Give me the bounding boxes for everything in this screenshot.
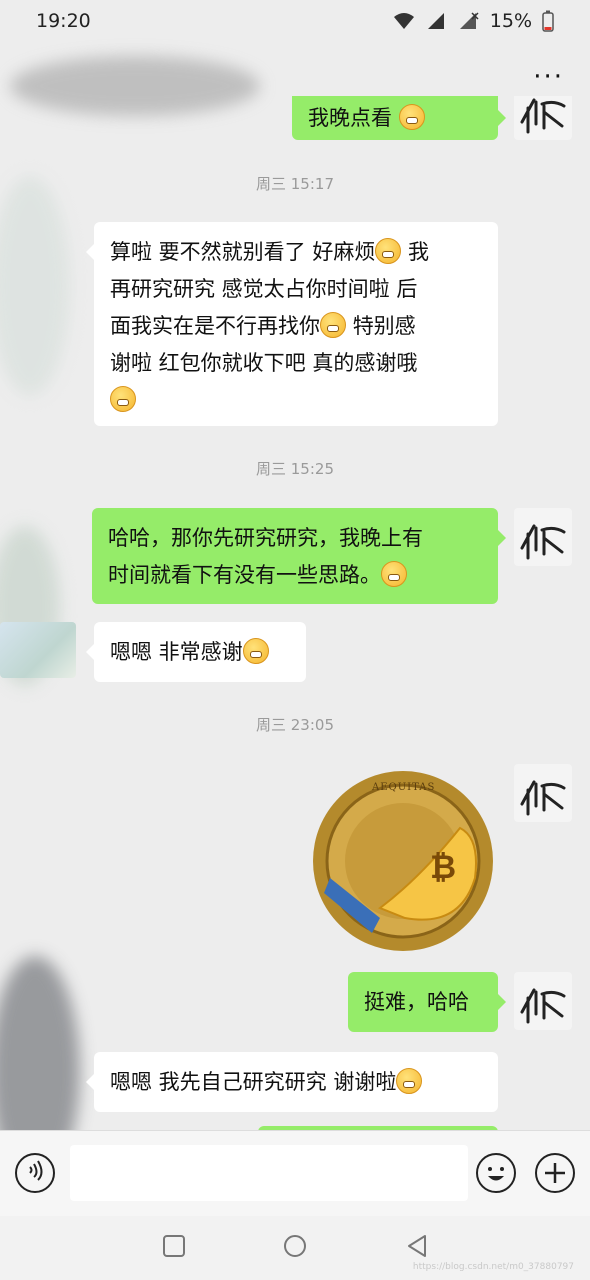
coin-facepalm-sticker: ₿ [313,771,493,951]
emoji-icon [320,312,346,338]
back-nav-icon[interactable] [405,1234,429,1258]
time-separator: 周三 15:25 [256,460,334,478]
message-text: 我晚点看 [308,106,392,130]
home-nav-icon[interactable] [283,1234,307,1258]
chat-area[interactable]: 我晚点看 周三 15:17 算啦 要不然就别看了 好麻烦 我 再研究研究 感觉太… [0,96,590,1136]
emoji-icon[interactable] [476,1153,516,1193]
message-bubble-out[interactable]: 哈哈，那你先研究研究，我晚上有 时间就看下有没有一些思路。 [92,508,506,604]
status-time: 19:20 [36,10,91,32]
my-avatar[interactable] [514,972,572,1030]
status-indicators: 15% [392,10,554,32]
navigation-bar: https://blog.csdn.net/m0_37880797 [0,1216,590,1280]
message-text: 嗯嗯 非常感谢 [110,640,243,664]
message-text: 哈哈，那你先研究研究，我晚上有 [108,526,423,550]
message-text: 再研究研究 感觉太占你时间啦 后 [110,277,418,301]
voice-icon[interactable] [15,1153,55,1193]
my-avatar[interactable] [514,764,572,822]
message-input[interactable] [70,1145,468,1201]
signature-icon [520,98,566,134]
battery-icon [542,10,554,32]
battery-text: 15% [489,10,532,32]
plus-icon[interactable] [535,1153,575,1193]
message-text: 面我实在是不行再找你 [110,314,320,338]
message-text: 谢啦 红包你就收下吧 真的感谢哦 [110,351,418,375]
wifi-icon [393,13,414,29]
message-bubble-in[interactable]: 嗯嗯 我先自己研究研究 谢谢啦 [86,1052,498,1112]
emoji-icon [110,386,136,412]
message-bubble-out[interactable]: 我晚点看 [292,96,506,140]
emoji-icon [381,561,407,587]
message-bubble-out[interactable]: 挺难，哈哈 [348,972,506,1032]
signal-x-icon [459,12,479,29]
blurred-avatar [0,956,80,1136]
square-nav-icon[interactable] [162,1234,186,1258]
emoji-icon [396,1068,423,1094]
sticker-image[interactable]: ₿ AEQUITAS [310,768,496,954]
message-bubble-in[interactable]: 嗯嗯 非常感谢 [86,622,306,682]
message-text: 特别感 [352,314,416,338]
message-text: 挺难，哈哈 [364,990,469,1014]
status-bar: 19:20 15% [0,0,590,44]
emoji-icon [375,238,402,264]
message-text: 算啦 要不然就别看了 好麻烦 [110,240,376,264]
signature-icon [520,524,566,560]
message-text: 时间就看下有没有一些思路。 [108,563,381,587]
message-text: 嗯嗯 我先自己研究研究 谢谢啦 [110,1070,397,1094]
blurred-avatar [0,176,70,396]
emoji-icon [398,104,425,130]
more-icon[interactable]: ··· [533,62,564,92]
signature-icon [520,988,566,1024]
time-separator: 周三 23:05 [256,716,334,734]
message-text: 我 [408,240,430,264]
signature-icon [520,780,566,816]
signal-icon [427,13,444,29]
time-separator: 周三 15:17 [256,175,334,193]
message-bubble-in[interactable]: 算啦 要不然就别看了 好麻烦 我 再研究研究 感觉太占你时间啦 后 面我实在是不… [86,222,498,426]
my-avatar[interactable] [514,96,572,140]
contact-avatar[interactable] [0,622,76,678]
my-avatar[interactable] [514,508,572,566]
watermark: https://blog.csdn.net/m0_37880797 [412,1262,574,1272]
svg-text:₿: ₿ [430,848,456,886]
coin-inscription: AEQUITAS [372,782,436,793]
emoji-icon [242,638,269,664]
input-bar [0,1130,590,1217]
